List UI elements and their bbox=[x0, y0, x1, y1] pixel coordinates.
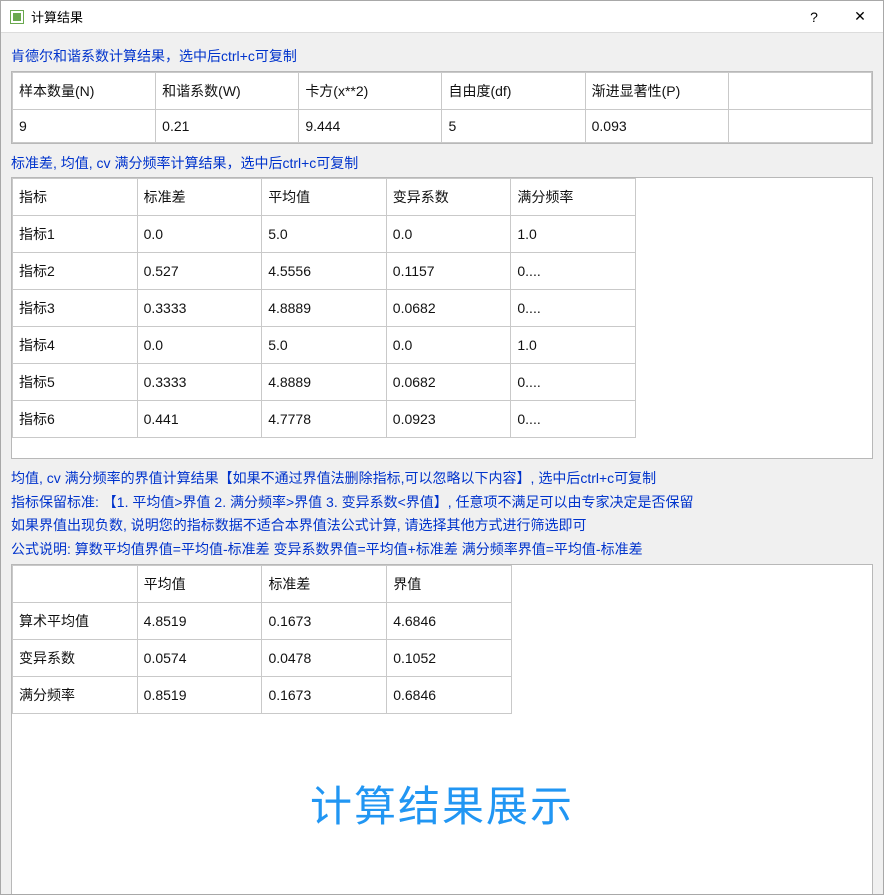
table-row[interactable]: 指标50.33334.88890.06820.... bbox=[13, 364, 636, 401]
cell[interactable]: 1.0 bbox=[511, 216, 636, 253]
table-header-row: 平均值 标准差 界值 bbox=[13, 565, 512, 602]
table-row[interactable]: 变异系数0.05740.04780.1052 bbox=[13, 639, 512, 676]
col-header[interactable]: 和谐系数(W) bbox=[156, 72, 299, 109]
results-window: 计算结果 ? ✕ 肯德尔和谐系数计算结果，选中后ctrl+c可复制 样本数量(N… bbox=[0, 0, 884, 895]
table-row[interactable]: 满分频率0.85190.16730.6846 bbox=[13, 676, 512, 713]
cell[interactable]: 4.8889 bbox=[262, 364, 387, 401]
help-icon: ? bbox=[810, 9, 818, 25]
cell[interactable]: 9.444 bbox=[299, 109, 442, 142]
cell[interactable]: 0.0 bbox=[386, 327, 511, 364]
cell[interactable]: 0.093 bbox=[585, 109, 728, 142]
cell[interactable]: 4.6846 bbox=[387, 602, 512, 639]
col-header[interactable]: 自由度(df) bbox=[442, 72, 585, 109]
boundary-panel: 平均值 标准差 界值 算术平均值4.85190.16734.6846变异系数0.… bbox=[11, 564, 873, 894]
boundary-table[interactable]: 平均值 标准差 界值 算术平均值4.85190.16734.6846变异系数0.… bbox=[12, 565, 512, 714]
cell[interactable]: 指标3 bbox=[13, 290, 138, 327]
col-header[interactable]: 渐进显著性(P) bbox=[585, 72, 728, 109]
col-header[interactable]: 标准差 bbox=[137, 179, 262, 216]
cell[interactable]: 0.527 bbox=[137, 253, 262, 290]
kendall-section-label: 肯德尔和谐系数计算结果，选中后ctrl+c可复制 bbox=[11, 47, 873, 67]
help-button[interactable]: ? bbox=[791, 1, 837, 33]
cell[interactable]: 指标5 bbox=[13, 364, 138, 401]
col-header[interactable]: 平均值 bbox=[137, 565, 262, 602]
cell[interactable]: 0.3333 bbox=[137, 364, 262, 401]
cell[interactable]: 9 bbox=[13, 109, 156, 142]
boundary-note-3: 如果界值出现负数, 说明您的指标数据不适合本界值法公式计算, 请选择其他方式进行… bbox=[11, 516, 873, 536]
cell[interactable]: 0.... bbox=[511, 401, 636, 438]
table-row[interactable]: 指标60.4414.77780.09230.... bbox=[13, 401, 636, 438]
table-row[interactable]: 算术平均值4.85190.16734.6846 bbox=[13, 602, 512, 639]
cell[interactable]: 0.1157 bbox=[386, 253, 511, 290]
cell[interactable]: 0.3333 bbox=[137, 290, 262, 327]
cell[interactable]: 指标1 bbox=[13, 216, 138, 253]
cell[interactable]: 0.0 bbox=[137, 216, 262, 253]
cell[interactable]: 4.8889 bbox=[262, 290, 387, 327]
cell[interactable]: 0.21 bbox=[156, 109, 299, 142]
cell[interactable]: 变异系数 bbox=[13, 639, 138, 676]
col-header[interactable]: 样本数量(N) bbox=[13, 72, 156, 109]
cell[interactable]: 0.0478 bbox=[262, 639, 387, 676]
col-header-empty[interactable] bbox=[13, 565, 138, 602]
cell[interactable]: 0.441 bbox=[137, 401, 262, 438]
cell[interactable]: 0.8519 bbox=[137, 676, 262, 713]
titlebar: 计算结果 ? ✕ bbox=[1, 1, 883, 33]
window-title: 计算结果 bbox=[31, 7, 791, 26]
table-row[interactable]: 指标40.05.00.01.0 bbox=[13, 327, 636, 364]
cell[interactable]: 0.0682 bbox=[386, 364, 511, 401]
cell[interactable]: 0.... bbox=[511, 253, 636, 290]
col-header[interactable]: 标准差 bbox=[262, 565, 387, 602]
boundary-note-2: 指标保留标准: 【1. 平均值>界值 2. 满分频率>界值 3. 变异系数<界值… bbox=[11, 493, 873, 513]
cell[interactable]: 5 bbox=[442, 109, 585, 142]
display-banner: 计算结果展示 bbox=[12, 714, 872, 894]
cell[interactable]: 1.0 bbox=[511, 327, 636, 364]
boundary-note-1: 均值, cv 满分频率的界值计算结果【如果不通过界值法删除指标,可以忽略以下内容… bbox=[11, 469, 873, 489]
cell[interactable]: 0.1052 bbox=[387, 639, 512, 676]
cell[interactable]: 0.0 bbox=[386, 216, 511, 253]
table-row[interactable]: 指标10.05.00.01.0 bbox=[13, 216, 636, 253]
col-header[interactable]: 指标 bbox=[13, 179, 138, 216]
cell[interactable]: 0.0 bbox=[137, 327, 262, 364]
col-header[interactable]: 变异系数 bbox=[386, 179, 511, 216]
display-banner-text: 计算结果展示 bbox=[310, 773, 574, 834]
cell[interactable]: 指标4 bbox=[13, 327, 138, 364]
cell[interactable]: 0.1673 bbox=[262, 602, 387, 639]
stats-table-panel: 指标 标准差 平均值 变异系数 满分频率 指标10.05.00.01.0指标20… bbox=[11, 177, 873, 459]
boundary-note-4: 公式说明: 算数平均值界值=平均值-标准差 变异系数界值=平均值+标准差 满分频… bbox=[11, 540, 873, 560]
cell[interactable]: 0.... bbox=[511, 364, 636, 401]
cell[interactable]: 算术平均值 bbox=[13, 602, 138, 639]
stats-section-label: 标准差, 均值, cv 满分频率计算结果，选中后ctrl+c可复制 bbox=[11, 154, 873, 174]
cell[interactable]: 5.0 bbox=[262, 327, 387, 364]
table-header-row: 指标 标准差 平均值 变异系数 满分频率 bbox=[13, 179, 636, 216]
cell[interactable]: 4.7778 bbox=[262, 401, 387, 438]
cell[interactable]: 指标2 bbox=[13, 253, 138, 290]
col-header[interactable]: 卡方(x**2) bbox=[299, 72, 442, 109]
cell[interactable]: 5.0 bbox=[262, 216, 387, 253]
cell[interactable]: 指标6 bbox=[13, 401, 138, 438]
cell[interactable]: 0.6846 bbox=[387, 676, 512, 713]
cell[interactable]: 0.0923 bbox=[386, 401, 511, 438]
kendall-table-panel: 样本数量(N) 和谐系数(W) 卡方(x**2) 自由度(df) 渐进显著性(P… bbox=[11, 71, 873, 144]
cell[interactable]: 0.0682 bbox=[386, 290, 511, 327]
table-header-row: 样本数量(N) 和谐系数(W) 卡方(x**2) 自由度(df) 渐进显著性(P… bbox=[13, 72, 872, 109]
cell[interactable]: 满分频率 bbox=[13, 676, 138, 713]
cell-empty[interactable] bbox=[728, 109, 871, 142]
cell[interactable]: 0.0574 bbox=[137, 639, 262, 676]
cell[interactable]: 4.5556 bbox=[262, 253, 387, 290]
table-row[interactable]: 9 0.21 9.444 5 0.093 bbox=[13, 109, 872, 142]
cell[interactable]: 4.8519 bbox=[137, 602, 262, 639]
col-header[interactable]: 满分频率 bbox=[511, 179, 636, 216]
col-header[interactable]: 界值 bbox=[387, 565, 512, 602]
app-icon bbox=[9, 9, 25, 25]
kendall-table[interactable]: 样本数量(N) 和谐系数(W) 卡方(x**2) 自由度(df) 渐进显著性(P… bbox=[12, 72, 872, 143]
table-row[interactable]: 指标20.5274.55560.11570.... bbox=[13, 253, 636, 290]
close-button[interactable]: ✕ bbox=[837, 1, 883, 33]
content-area: 肯德尔和谐系数计算结果，选中后ctrl+c可复制 样本数量(N) 和谐系数(W)… bbox=[1, 33, 883, 894]
cell[interactable]: 0.... bbox=[511, 290, 636, 327]
col-header-empty[interactable] bbox=[728, 72, 871, 109]
stats-table[interactable]: 指标 标准差 平均值 变异系数 满分频率 指标10.05.00.01.0指标20… bbox=[12, 178, 636, 438]
close-icon: ✕ bbox=[854, 8, 866, 25]
table-row[interactable]: 指标30.33334.88890.06820.... bbox=[13, 290, 636, 327]
col-header[interactable]: 平均值 bbox=[262, 179, 387, 216]
cell[interactable]: 0.1673 bbox=[262, 676, 387, 713]
